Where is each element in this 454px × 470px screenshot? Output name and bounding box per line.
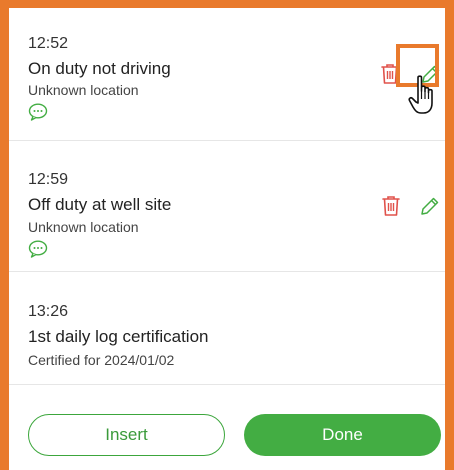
log-entry[interactable]: 13:26 1st daily log certification Certif… (9, 272, 445, 385)
entry-time: 12:52 (28, 35, 69, 52)
insert-button[interactable]: Insert (28, 414, 225, 456)
pencil-icon[interactable] (419, 62, 441, 86)
log-entry[interactable]: 12:59 Off duty at well site Unknown loca… (9, 141, 445, 272)
entry-time: 12:59 (28, 171, 69, 188)
log-entries-panel: 12:52 On duty not driving Unknown locati… (9, 8, 445, 470)
entry-status: On duty not driving (28, 59, 171, 78)
comment-icon[interactable] (28, 240, 48, 258)
entry-certification-note: Certified for 2024/01/02 (28, 352, 175, 368)
trash-icon[interactable] (380, 194, 402, 218)
entry-location: Unknown location (28, 219, 139, 235)
trash-icon[interactable] (379, 62, 401, 86)
log-entry[interactable]: 12:52 On duty not driving Unknown locati… (9, 8, 445, 141)
entry-status: Off duty at well site (28, 195, 172, 214)
action-footer: Insert Done (9, 385, 445, 470)
pencil-icon[interactable] (418, 194, 440, 218)
entry-time: 13:26 (28, 303, 69, 320)
comment-icon[interactable] (28, 103, 48, 121)
entry-location: Unknown location (28, 82, 139, 98)
done-button[interactable]: Done (244, 414, 441, 456)
entry-status: 1st daily log certification (28, 327, 209, 346)
